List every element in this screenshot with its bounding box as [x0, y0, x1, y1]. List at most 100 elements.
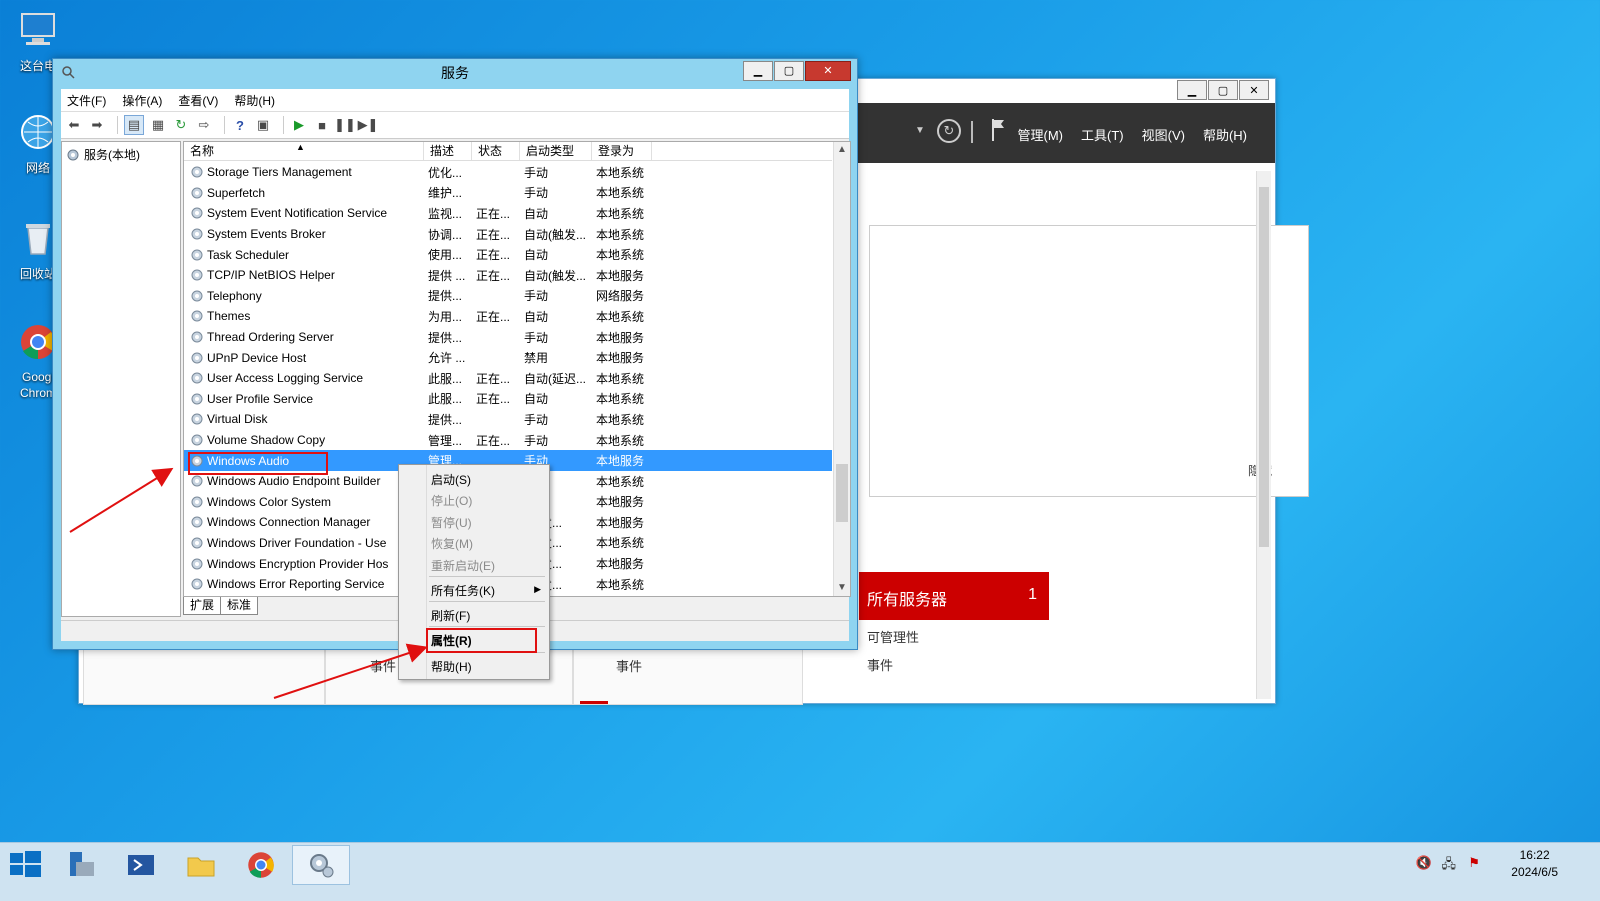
table-row[interactable]: Themes 为用... 正在... 自动 本地系统 [184, 306, 832, 327]
refresh-icon[interactable]: ↻ [937, 119, 961, 143]
service-description-cell: 使用... [428, 248, 463, 263]
column-header-log-on-as[interactable]: 登录为 [592, 142, 652, 160]
tree-node-services-local[interactable]: 服务(本地) [66, 146, 140, 163]
maximize-button[interactable]: ▢ [774, 61, 804, 81]
service-logon-cell: 本地服务 [596, 268, 645, 283]
service-description-cell: 此服... [428, 392, 463, 407]
table-row[interactable]: TCP/IP NetBIOS Helper 提供 ... 正在... 自动(触发...… [184, 265, 832, 286]
toolbar: ⬅ ➡ ▤ ▦ ↻ ⇨ ? ▣ ▶ ■ ❚❚ ▶❚ [61, 112, 849, 139]
service-description-cell: 监视... [428, 206, 463, 221]
export-list-icon[interactable]: ⇨ [195, 116, 213, 134]
taskbar-chrome[interactable] [232, 845, 290, 885]
menu-manage[interactable]: 管理(M) [1018, 125, 1064, 144]
service-name-cell: Task Scheduler [184, 248, 424, 262]
network-icon[interactable]: 🖧 [1442, 855, 1457, 877]
service-name-cell: System Event Notification Service [184, 206, 424, 220]
console-tree[interactable]: 服务(本地) [61, 141, 181, 617]
menu-help[interactable]: 帮助(H) [234, 92, 275, 109]
maximize-button[interactable]: ▢ [1208, 80, 1238, 100]
tab-standard[interactable]: 标准 [220, 597, 259, 615]
tab-extended[interactable]: 扩展 [183, 597, 222, 615]
services-titlebar[interactable]: 服务 ▁ ▢ ✕ [53, 59, 857, 87]
server-manager-scrollbar[interactable] [1256, 171, 1271, 699]
taskbar-services[interactable] [292, 845, 350, 885]
table-row[interactable]: Superfetch 维护... 手动 本地系统 [184, 183, 832, 204]
service-description-cell: 协调... [428, 227, 463, 242]
column-header-startup-type[interactable]: 启动类型 [520, 142, 592, 160]
table-row[interactable]: Task Scheduler 使用... 正在... 自动 本地系统 [184, 244, 832, 265]
table-row[interactable]: Telephony 提供... 手动 网络服务 [184, 286, 832, 307]
table-row[interactable]: System Event Notification Service 监视... 正在… [184, 203, 832, 224]
gear-icon [191, 331, 203, 343]
gear-icon [191, 516, 203, 528]
menu-item-refresh[interactable]: 刷新(F) [431, 607, 470, 624]
gear-icon [191, 269, 203, 281]
scroll-thumb[interactable] [1259, 187, 1269, 547]
action-center-icon[interactable]: ⚑ [1468, 855, 1480, 871]
taskbar-powershell[interactable] [112, 845, 170, 885]
service-name-cell: Storage Tiers Management [184, 165, 424, 179]
service-status-cell: 正在... [476, 268, 511, 283]
table-row[interactable]: Storage Tiers Management 优化... 手动 本地系统 [184, 162, 832, 183]
volume-muted-icon[interactable]: 🔇 [1416, 855, 1432, 871]
events-tile-label: 事件 [370, 659, 397, 674]
gear-icon [191, 413, 203, 425]
taskbar-file-explorer[interactable] [172, 845, 230, 885]
table-row[interactable]: User Access Logging Service 此服... 正在... 自动(… [184, 368, 832, 389]
manageability-label[interactable]: 可管理性 [859, 627, 1049, 646]
show-console-tree-icon[interactable]: ▤ [124, 115, 144, 135]
start-service-icon[interactable]: ▶ [290, 116, 308, 134]
menu-view[interactable]: 视图(V) [1142, 125, 1185, 144]
table-row[interactable]: UPnP Device Host 允许 ... 禁用 本地服务 [184, 347, 832, 368]
scroll-down-icon[interactable]: ▼ [834, 580, 850, 596]
tree-node-label: 服务(本地) [84, 148, 140, 162]
service-startup-cell: 自动 [524, 309, 549, 324]
menu-tools[interactable]: 工具(T) [1081, 125, 1124, 144]
forward-arrow-icon[interactable]: ➡ [88, 116, 106, 134]
menu-view[interactable]: 查看(V) [178, 92, 218, 109]
back-arrow-icon[interactable]: ⬅ [65, 116, 83, 134]
table-row[interactable]: Virtual Disk 提供... 手动 本地系统 [184, 409, 832, 430]
service-name-cell: Thread Ordering Server [184, 330, 424, 344]
events-tile-2[interactable]: 事件 [573, 649, 803, 705]
clock-time: 16:22 [1519, 848, 1550, 862]
pause-service-icon[interactable]: ❚❚ [334, 116, 356, 134]
menu-item-all-tasks[interactable]: 所有任务(K) [431, 582, 495, 599]
properties-icon[interactable]: ▦ [149, 116, 167, 134]
table-row[interactable]: Thread Ordering Server 提供... 手动 本地服务 [184, 327, 832, 348]
service-logon-cell: 本地系统 [596, 165, 645, 180]
notifications-flag-icon[interactable] [991, 119, 1005, 141]
scroll-up-icon[interactable]: ▲ [834, 142, 850, 158]
list-scrollbar[interactable]: ▲ ▼ [833, 142, 850, 596]
all-servers-tile[interactable]: 所有服务器 1 [859, 572, 1049, 620]
minimize-button[interactable]: ▁ [1177, 80, 1207, 100]
service-status-cell: 正在... [476, 371, 511, 386]
table-row[interactable]: User Profile Service 此服... 正在... 自动 本地系统 [184, 389, 832, 410]
column-header-description[interactable]: 描述 [424, 142, 472, 160]
menu-help[interactable]: 帮助(H) [1203, 125, 1247, 144]
menu-item-start[interactable]: 启动(S) [431, 471, 471, 488]
taskbar-server-manager[interactable] [52, 845, 110, 885]
menu-bar: 文件(F) 操作(A) 查看(V) 帮助(H) [61, 89, 849, 112]
column-header-status[interactable]: 状态 [472, 142, 520, 160]
scroll-thumb[interactable] [836, 464, 848, 522]
close-button[interactable]: ✕ [805, 61, 851, 81]
table-row[interactable]: Volume Shadow Copy 管理... 正在... 手动 本地系统 [184, 430, 832, 451]
refresh-icon[interactable]: ↻ [172, 116, 190, 134]
service-startup-cell: 手动 [524, 289, 549, 304]
restart-service-icon[interactable]: ▶❚ [358, 116, 379, 134]
start-button[interactable] [0, 843, 52, 883]
clock[interactable]: 16:22 2024/6/5 [1511, 847, 1558, 881]
minimize-button[interactable]: ▁ [743, 61, 773, 81]
column-header-name[interactable]: 名称 ▲ [184, 142, 424, 160]
events-label[interactable]: 事件 [859, 655, 1049, 674]
stop-service-icon[interactable]: ■ [313, 116, 331, 134]
menu-action[interactable]: 操作(A) [122, 92, 162, 109]
table-row[interactable]: System Events Broker 协调... 正在... 自动(触发... 本地… [184, 224, 832, 245]
close-button[interactable]: ✕ [1239, 80, 1269, 100]
help-icon[interactable]: ? [231, 116, 249, 134]
menu-item-help[interactable]: 帮助(H) [431, 658, 472, 675]
menu-file[interactable]: 文件(F) [67, 92, 106, 109]
action-pane-icon[interactable]: ▣ [254, 116, 272, 134]
dropdown-arrow-icon[interactable]: ▼ [915, 125, 925, 136]
